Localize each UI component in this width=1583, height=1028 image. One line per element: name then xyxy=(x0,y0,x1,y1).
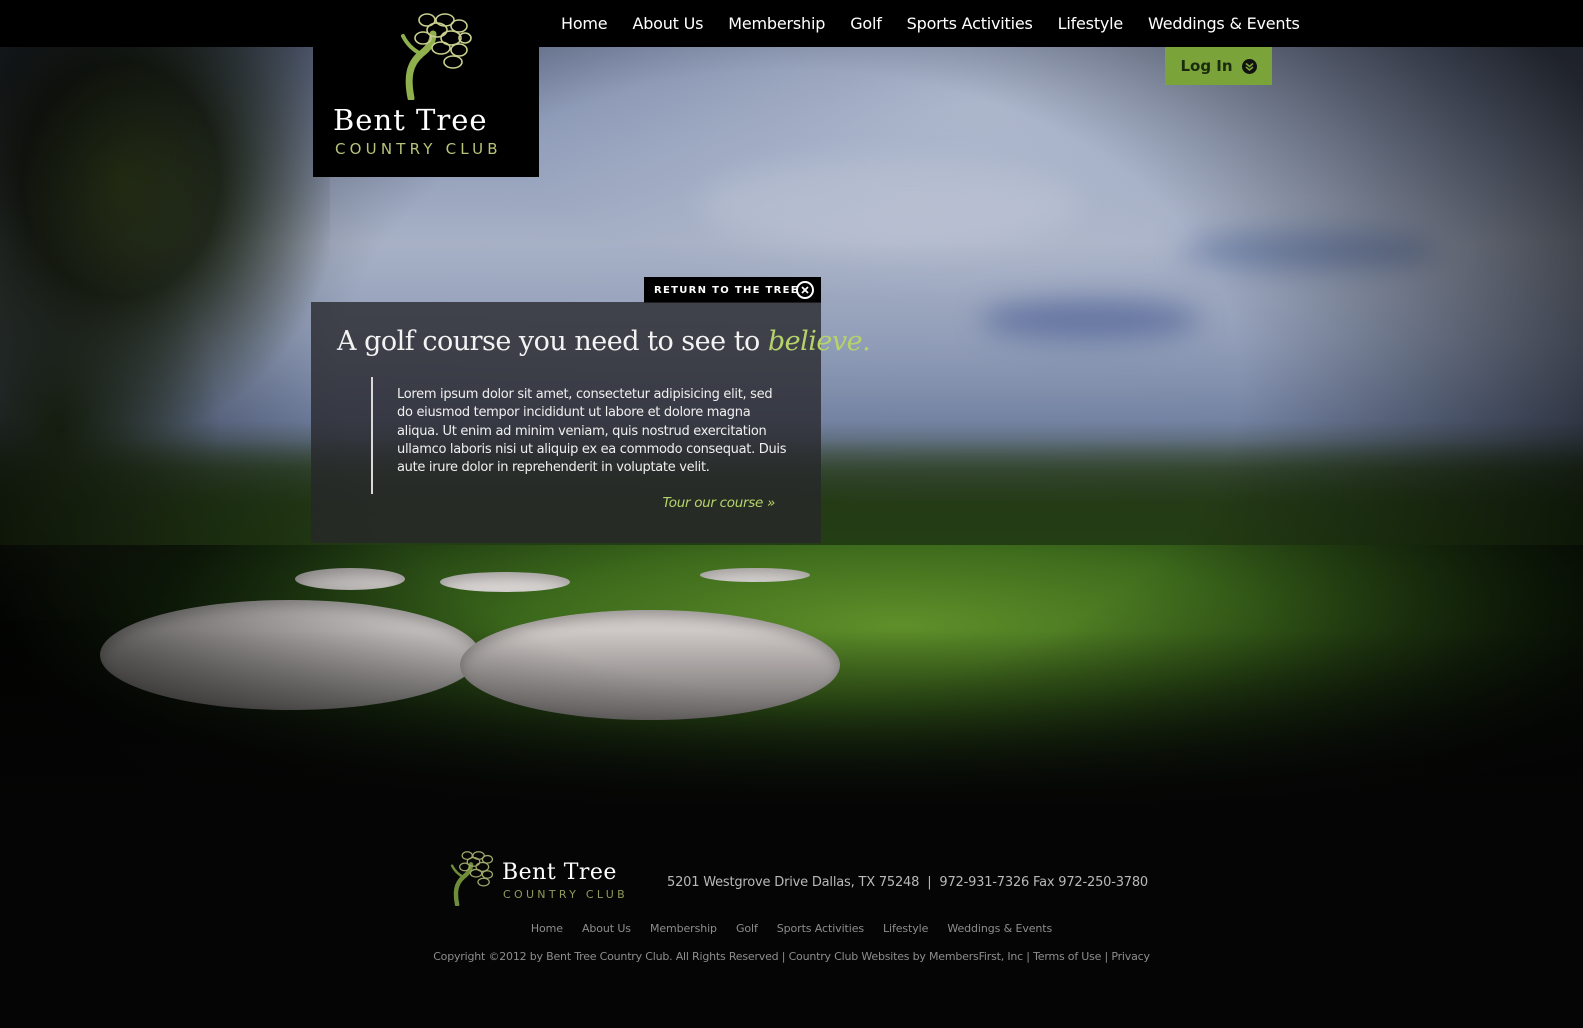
tour-course-link[interactable]: Tour our course » xyxy=(662,495,775,511)
contact-info: 5201 Westgrove Drive Dallas, TX 75248 | 97… xyxy=(667,875,1148,890)
separator: | xyxy=(781,950,786,963)
quote-rule xyxy=(371,377,373,494)
panel-body: Lorem ipsum dolor sit amet, consectetur … xyxy=(397,387,787,476)
footer-nav-membership[interactable]: Membership xyxy=(650,922,717,935)
copyright-text: Copyright ©2012 by Bent Tree Country Clu… xyxy=(433,950,779,963)
terms-link[interactable]: Terms of Use xyxy=(1033,950,1101,963)
top-bar: Home About Us Membership Golf Sports Act… xyxy=(0,0,1583,47)
nav-item-weddings-events[interactable]: Weddings & Events xyxy=(1148,14,1300,33)
footer-nav-about-us[interactable]: About Us xyxy=(582,922,631,935)
chevron-down-icon xyxy=(1241,58,1257,74)
main-nav: Home About Us Membership Golf Sports Act… xyxy=(561,14,1300,33)
site-logo[interactable]: Bent Tree COUNTRY CLUB xyxy=(313,0,539,177)
footer-nav: Home About Us Membership Golf Sports Act… xyxy=(0,922,1583,935)
footer-nav-golf[interactable]: Golf xyxy=(736,922,758,935)
footer-logo[interactable]: Bent Tree COUNTRY CLUB xyxy=(443,848,643,908)
privacy-link[interactable]: Privacy xyxy=(1111,950,1150,963)
nav-item-lifestyle[interactable]: Lifestyle xyxy=(1058,14,1124,33)
headline-main: A golf course you need to see to xyxy=(337,326,768,357)
login-button[interactable]: Log In xyxy=(1165,47,1272,85)
credit-link[interactable]: Country Club Websites by MembersFirst, I… xyxy=(789,950,1024,963)
footer-nav-weddings-events[interactable]: Weddings & Events xyxy=(947,922,1052,935)
footer: Bent Tree COUNTRY CLUB 5201 Westgrove Dr… xyxy=(0,810,1583,1028)
login-label: Log In xyxy=(1180,57,1233,75)
footer-logo-tagline: COUNTRY CLUB xyxy=(503,888,628,901)
separator: | xyxy=(1026,950,1030,963)
logo-tagline: COUNTRY CLUB xyxy=(335,140,502,158)
intro-panel: A golf course you need to see to believe… xyxy=(311,302,871,543)
address: 5201 Westgrove Drive Dallas, TX 75248 xyxy=(667,875,920,890)
panel-headline: A golf course you need to see to believe… xyxy=(337,326,871,357)
footer-logo-name: Bent Tree xyxy=(502,860,617,885)
return-to-tree-tab[interactable]: RETURN TO THE TREE xyxy=(644,277,821,303)
footer-nav-lifestyle[interactable]: Lifestyle xyxy=(883,922,928,935)
logo-name: Bent Tree xyxy=(333,103,488,137)
footer-nav-sports-activities[interactable]: Sports Activities xyxy=(777,922,864,935)
nav-item-golf[interactable]: Golf xyxy=(850,14,882,33)
nav-item-home[interactable]: Home xyxy=(561,14,608,33)
nav-item-sports-activities[interactable]: Sports Activities xyxy=(907,14,1033,33)
tree-logo-icon xyxy=(401,13,472,100)
address-separator: | xyxy=(927,875,932,890)
separator: | xyxy=(1104,950,1109,963)
nav-item-about-us[interactable]: About Us xyxy=(632,14,703,33)
footer-nav-home[interactable]: Home xyxy=(531,922,563,935)
headline-accent: believe. xyxy=(767,326,871,357)
nav-item-membership[interactable]: Membership xyxy=(728,14,825,33)
tree-logo-icon xyxy=(450,851,494,906)
phone-fax: 972-931-7326 Fax 972-250-3780 xyxy=(939,875,1148,890)
close-icon[interactable] xyxy=(796,281,814,299)
bottom-fade xyxy=(0,630,1583,810)
return-tab-label: RETURN TO THE TREE xyxy=(654,284,799,296)
copyright-line: Copyright ©2012 by Bent Tree Country Clu… xyxy=(0,950,1583,963)
